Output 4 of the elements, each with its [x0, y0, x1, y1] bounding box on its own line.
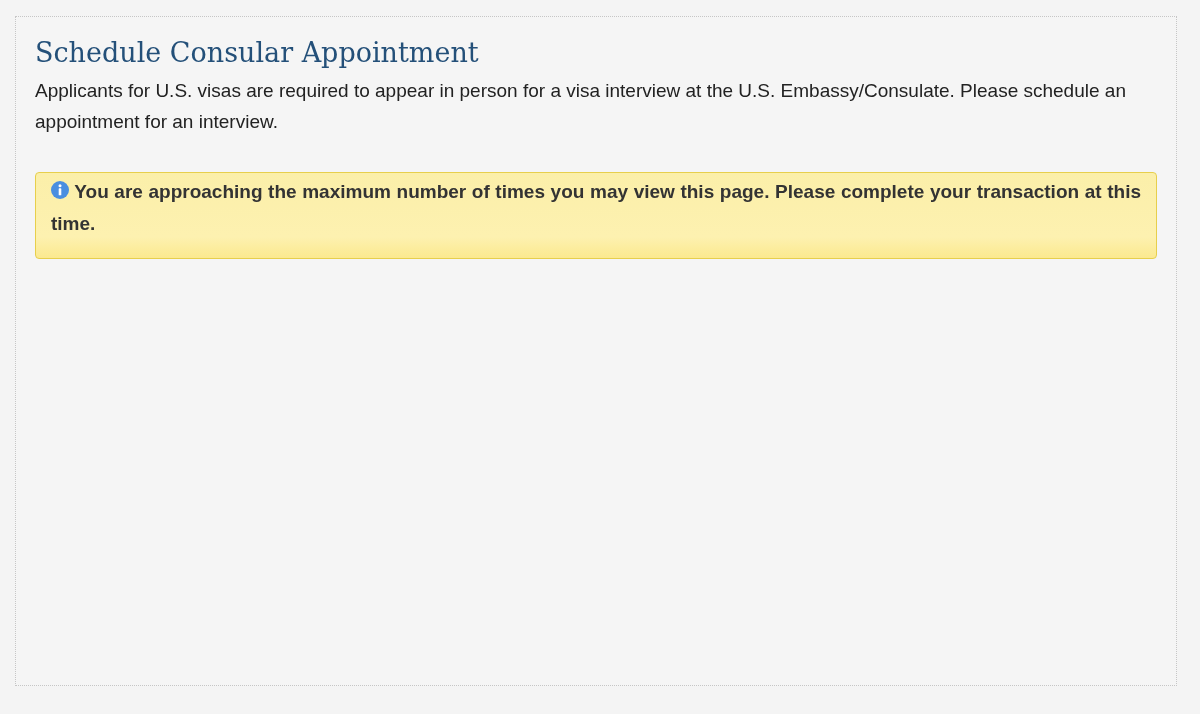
alert-message: You are approaching the maximum number of times you may view this page. Please complete your transaction at this time.	[51, 180, 1141, 236]
intro-text: Applicants for U.S. visas are required to appear in person for a visa interview at the U.S. Embassy/Consulate. Please schedule an appointment for an interview.	[35, 79, 1127, 134]
page-title: Schedule Consular Appointment	[35, 36, 480, 70]
info-icon	[51, 181, 69, 199]
